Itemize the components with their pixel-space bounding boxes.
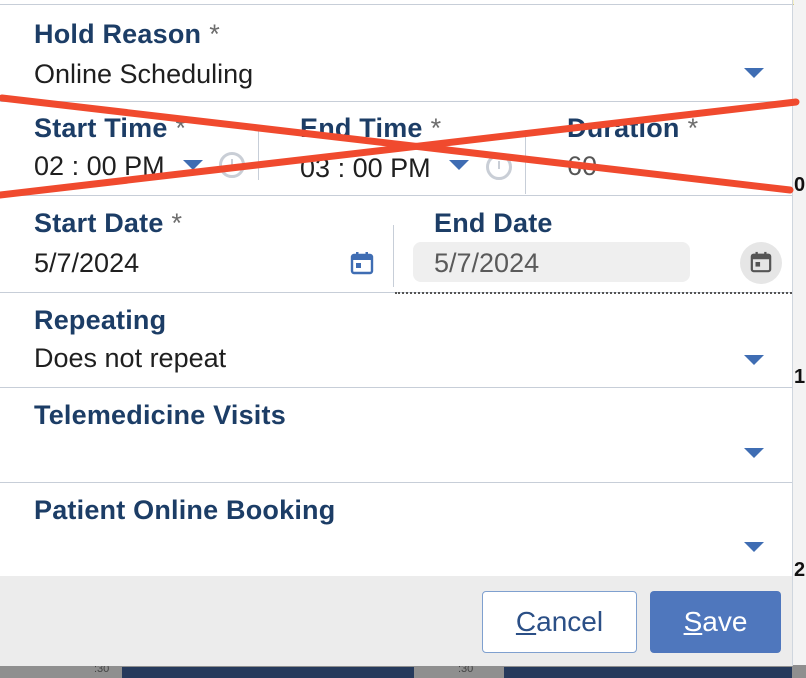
clock-icon[interactable] xyxy=(219,152,245,178)
clock-icon[interactable] xyxy=(486,154,512,180)
online-booking-field[interactable]: Patient Online Booking xyxy=(0,483,792,577)
end-date-label: End Date xyxy=(434,208,553,238)
chevron-down-icon[interactable] xyxy=(744,448,764,458)
duration-value: 60 xyxy=(567,151,598,181)
chevron-down-icon[interactable] xyxy=(183,160,203,170)
chevron-down-icon[interactable] xyxy=(744,542,764,552)
hold-dialog: Hold Reason * Online Scheduling Start Tim… xyxy=(0,0,793,666)
end-time-value[interactable]: 03 : 00 PM xyxy=(300,153,431,184)
background-event-block xyxy=(122,667,414,678)
online-booking-label: Patient Online Booking xyxy=(34,495,336,525)
background-hour-mark: 0 xyxy=(794,174,806,196)
calendar-icon xyxy=(750,251,772,273)
start-time-label: Start Time * xyxy=(34,113,187,143)
repeating-value: Does not repeat xyxy=(34,343,227,373)
chevron-down-icon[interactable] xyxy=(449,160,469,170)
background-hour-mark: 2 xyxy=(794,559,806,581)
background-event-block xyxy=(504,667,792,678)
start-date-label: Start Date * xyxy=(34,208,183,238)
calendar-icon[interactable] xyxy=(350,251,374,275)
end-time-label: End Time * xyxy=(300,113,442,143)
hold-reason-value: Online Scheduling xyxy=(34,59,254,89)
chevron-down-icon[interactable] xyxy=(744,355,764,365)
start-date-value[interactable]: 5/7/2024 xyxy=(34,248,139,279)
duration-label: Duration * xyxy=(567,113,699,143)
time-row: Start Time * 02 : 00 PM End Time * 03 : 00… xyxy=(0,100,792,196)
chevron-down-icon[interactable] xyxy=(744,68,764,78)
telemedicine-field[interactable]: Telemedicine Visits xyxy=(0,388,792,483)
repeating-field[interactable]: Repeating Does not repeat xyxy=(0,293,792,388)
hold-reason-label: Hold Reason * xyxy=(34,19,220,49)
save-button[interactable]: Save xyxy=(650,591,781,653)
hold-reason-field[interactable]: Hold Reason * Online Scheduling xyxy=(0,4,792,102)
divider xyxy=(393,225,394,287)
dialog-footer: Cancel Save xyxy=(0,576,792,666)
end-date-value: 5/7/2024 xyxy=(434,248,540,278)
divider xyxy=(525,130,526,194)
repeating-label: Repeating xyxy=(34,305,167,335)
divider xyxy=(258,130,259,180)
cancel-button[interactable]: Cancel xyxy=(482,591,637,653)
telemedicine-label: Telemedicine Visits xyxy=(34,400,286,430)
start-time-value[interactable]: 02 : 00 PM xyxy=(34,151,165,182)
background-hour-mark: 1 xyxy=(794,366,806,388)
